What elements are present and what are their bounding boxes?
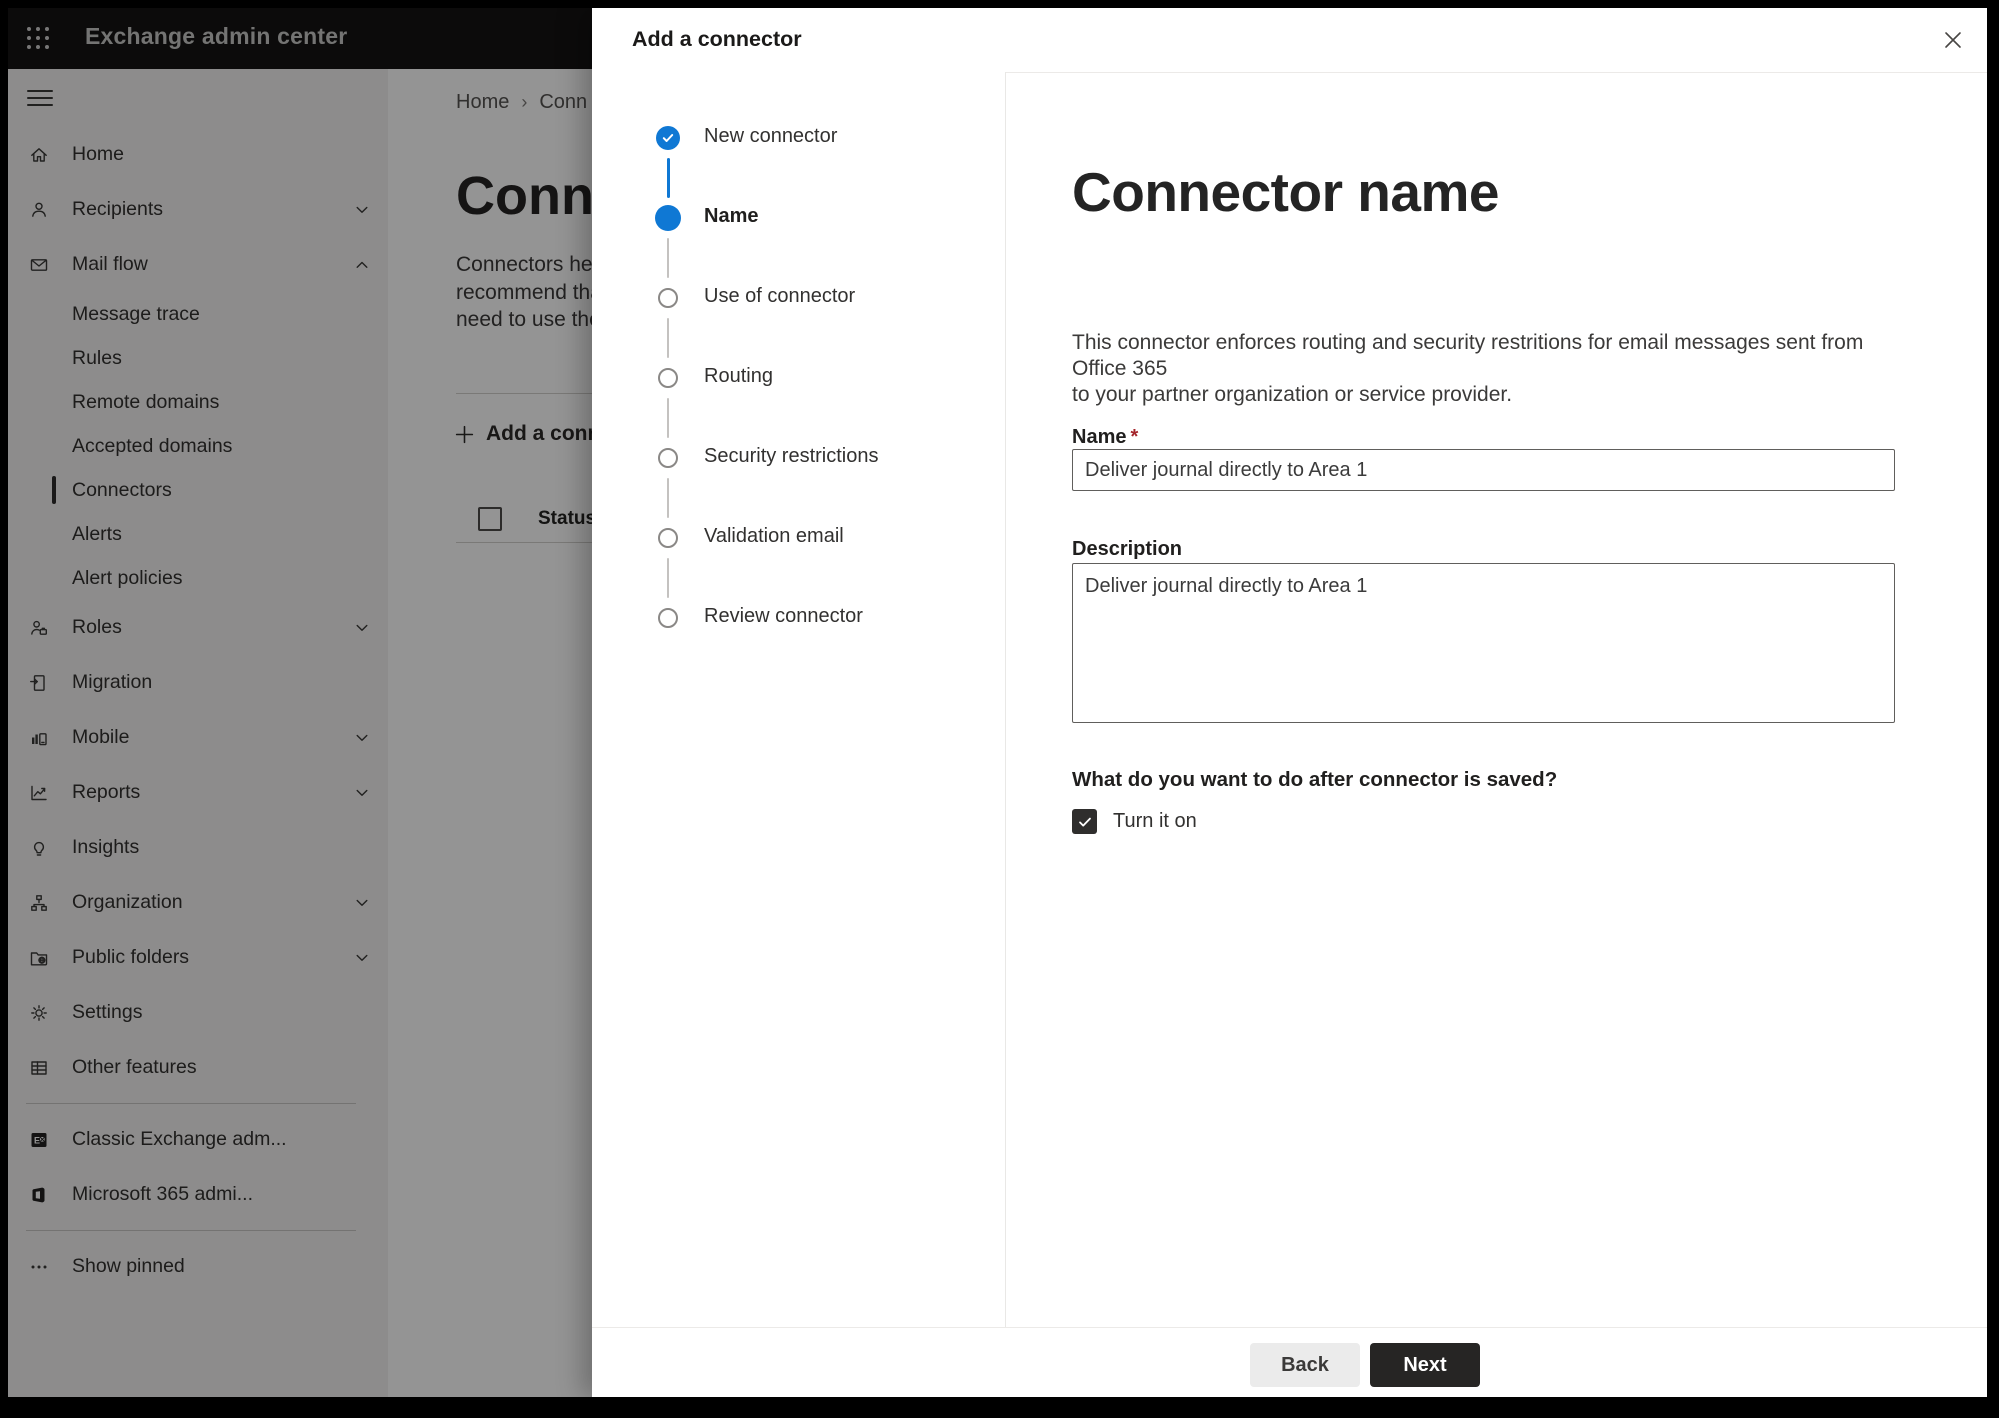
step-connector-line: [666, 318, 670, 358]
step-circle-pending: [658, 368, 678, 388]
dialog-footer: Back Next: [592, 1327, 1987, 1397]
app-window: Exchange admin center Home Recipients Mail…: [8, 8, 1987, 1397]
step-intro-text: This connector enforces routing and secu…: [1072, 330, 1895, 408]
wizard-step-review-connector: Review connector: [704, 605, 863, 627]
name-field-label: Name *: [1072, 426, 1139, 448]
step-connector-line: [666, 558, 670, 598]
step-circle-completed: [656, 126, 680, 150]
wizard-step-name: Name: [704, 205, 759, 227]
wizard-step-use-of-connector: Use of connector: [704, 285, 856, 307]
step-heading: Connector name: [1072, 161, 1499, 223]
dialog-title: Add a connector: [632, 27, 802, 51]
step-connector-line: [666, 238, 670, 278]
intro-line-1: This connector enforces routing and secu…: [1072, 331, 1864, 380]
step-circle-pending: [658, 448, 678, 468]
step-circle-current: [655, 205, 681, 231]
wizard-step-routing: Routing: [704, 365, 773, 387]
step-circle-pending: [658, 528, 678, 548]
description-field-label: Description: [1072, 538, 1183, 560]
step-circle-pending: [658, 608, 678, 628]
wizard-step-security-restrictions: Security restrictions: [704, 445, 879, 467]
wizard-step-new-connector: New connector: [704, 125, 838, 147]
wizard-step-validation-email: Validation email: [704, 525, 844, 547]
required-asterisk: *: [1130, 426, 1139, 448]
connector-description-textarea[interactable]: Deliver journal directly to Area 1: [1072, 563, 1895, 723]
dialog-header: Add a connector: [592, 8, 1987, 73]
connector-name-input[interactable]: [1072, 449, 1895, 491]
turn-it-on-checkbox[interactable]: [1072, 809, 1097, 834]
intro-line-2: to your partner organization or service …: [1072, 383, 1513, 406]
turn-it-on-option: Turn it on: [1072, 809, 1197, 834]
add-connector-dialog: Add a connector New connector Name Use of …: [592, 8, 1987, 1397]
back-button[interactable]: Back: [1250, 1343, 1360, 1387]
step-connector-line: [666, 398, 670, 438]
step-connector-line: [666, 158, 670, 198]
step-circle-pending: [658, 288, 678, 308]
step-connector-line: [666, 478, 670, 518]
close-icon[interactable]: [1935, 22, 1971, 58]
wizard-steps: New connector Name Use of connector Routing…: [592, 72, 1006, 1328]
screenshot-canvas: Exchange admin center Home Recipients Mail…: [0, 0, 1999, 1418]
after-save-question: What do you want to do after connector i…: [1072, 768, 1558, 791]
next-button[interactable]: Next: [1370, 1343, 1480, 1387]
turn-it-on-label: Turn it on: [1113, 810, 1197, 832]
